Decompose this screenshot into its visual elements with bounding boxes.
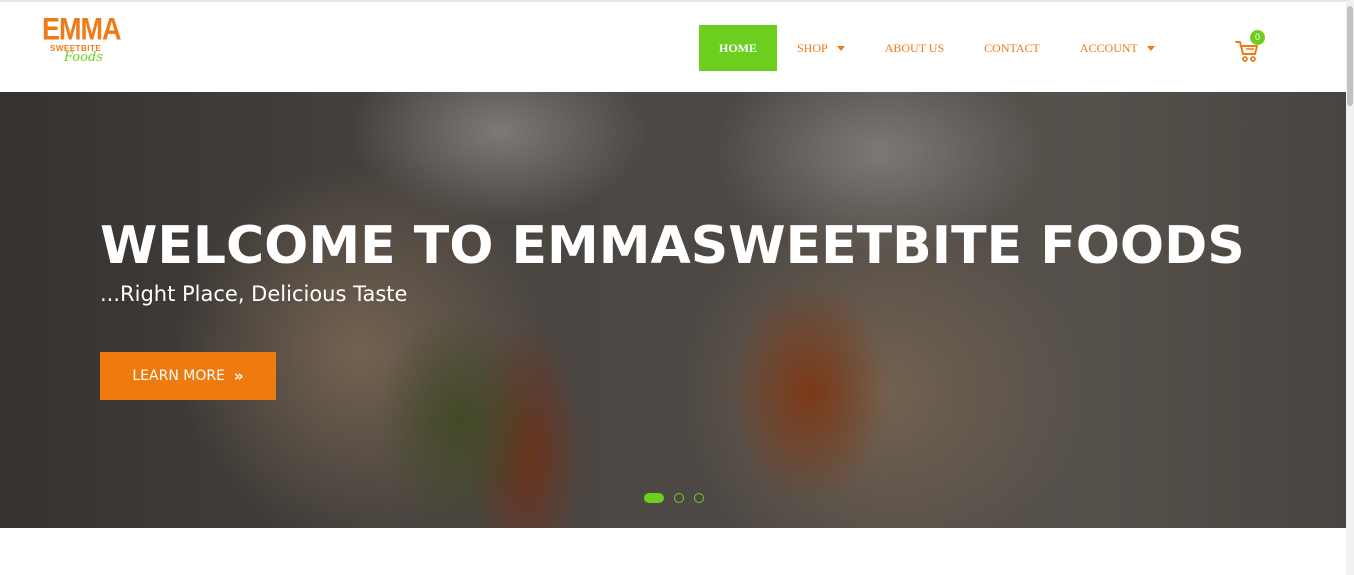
nav-account[interactable]: ACCOUNT [1060,25,1175,71]
nav-shop-label: SHOP [797,40,828,55]
nav-shop[interactable]: SHOP [777,25,865,71]
site-header: EMMA SWEETBITE Foods HOME SHOP ABOUT US … [0,2,1346,92]
slider-dot-3[interactable] [694,493,704,503]
nav-home-label: HOME [719,40,757,55]
page-scrollbar[interactable] [1346,0,1354,575]
nav-account-label: ACCOUNT [1079,40,1138,55]
main-nav: HOME SHOP ABOUT US CONTACT ACCOUNT [699,25,1175,71]
nav-contact-label: CONTACT [984,40,1040,55]
nav-about-label: ABOUT US [884,40,945,55]
nav-contact[interactable]: CONTACT [964,25,1060,71]
slider-dots [644,493,714,503]
hero-title: WELCOME TO EMMASWEETBITE FOODS [100,216,1245,276]
site-logo[interactable]: EMMA SWEETBITE Foods [38,12,121,84]
cart-button[interactable]: 0 [1234,30,1268,64]
scrollbar-thumb[interactable] [1347,6,1353,106]
double-chevron-right-icon: » [233,367,244,385]
hero-content: WELCOME TO EMMASWEETBITE FOODS ...Right … [100,216,1245,400]
cart-count-badge: 0 [1250,30,1265,45]
page: EMMA SWEETBITE Foods HOME SHOP ABOUT US … [0,0,1354,575]
hero-subtitle: ...Right Place, Delicious Taste [100,282,408,306]
slider-dot-1[interactable] [644,493,664,503]
learn-more-label: LEARN MORE [132,368,225,384]
logo-text-bottom: Foods [64,50,103,65]
slider-dot-2[interactable] [674,493,684,503]
nav-about-us[interactable]: ABOUT US [865,25,964,71]
caret-down-icon [836,45,845,51]
logo-text-top: EMMA [42,11,121,47]
nav-home[interactable]: HOME [699,25,777,71]
hero-slider: WELCOME TO EMMASWEETBITE FOODS ...Right … [0,92,1346,528]
caret-down-icon [1146,45,1155,51]
learn-more-button[interactable]: LEARN MORE » [100,352,276,400]
